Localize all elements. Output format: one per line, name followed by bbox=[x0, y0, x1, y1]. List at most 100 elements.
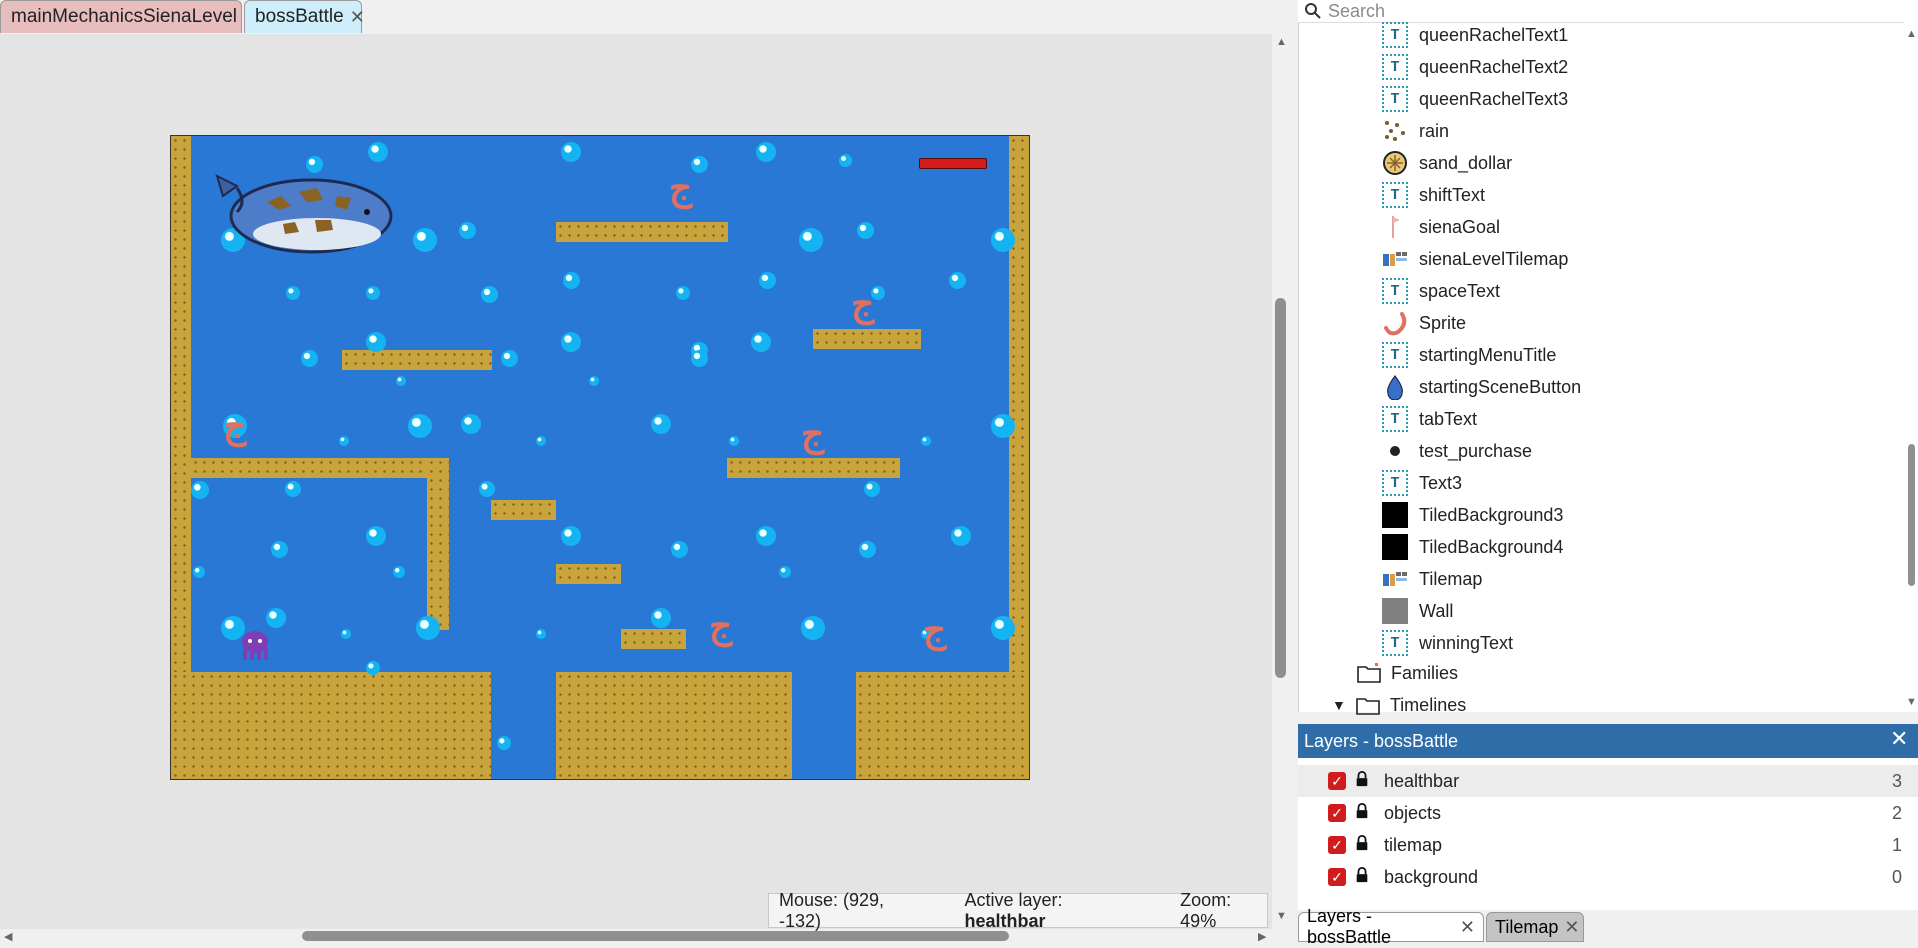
scroll-right-icon[interactable]: ▶ bbox=[1258, 930, 1266, 943]
object-label: spaceText bbox=[1419, 280, 1501, 301]
object-item[interactable]: TqueenRachelText3 bbox=[1382, 84, 1568, 114]
bubble bbox=[481, 286, 498, 303]
object-item[interactable]: Tilemap bbox=[1382, 564, 1482, 594]
layer-visibility-checkbox[interactable]: ✓ bbox=[1328, 804, 1346, 822]
object-item[interactable]: startingSceneButton bbox=[1382, 372, 1581, 402]
object-item[interactable]: test_purchase bbox=[1382, 436, 1532, 466]
object-item[interactable]: TshiftText bbox=[1382, 180, 1485, 210]
search-icon bbox=[1305, 3, 1321, 19]
close-icon[interactable]: ✕ bbox=[1564, 917, 1579, 938]
shrimp-sprite[interactable]: ج bbox=[923, 612, 946, 648]
object-item[interactable]: Wall bbox=[1382, 596, 1453, 626]
layer-row[interactable]: ✓ objects 2 bbox=[1298, 797, 1918, 829]
bubble bbox=[271, 541, 288, 558]
floor-block[interactable] bbox=[171, 672, 491, 779]
layout-canvas[interactable]: ج ج ج ج ج ج bbox=[170, 135, 1030, 780]
object-label: test_purchase bbox=[1419, 440, 1533, 461]
shrimp-sprite[interactable]: ج bbox=[223, 408, 246, 444]
folder-timelines[interactable]: ▼ Timelines bbox=[1332, 690, 1466, 720]
lock-icon[interactable] bbox=[1354, 867, 1370, 883]
lock-icon[interactable] bbox=[1354, 835, 1370, 851]
object-item[interactable]: rain bbox=[1382, 116, 1449, 146]
editor-vertical-scroll-thumb[interactable] bbox=[1275, 298, 1286, 678]
platform[interactable] bbox=[813, 329, 921, 349]
scroll-left-icon[interactable]: ◀ bbox=[4, 930, 12, 943]
tab-boss-battle[interactable]: bossBattle ✕ bbox=[244, 0, 365, 33]
tab-layers-bossbattle[interactable]: Layers - bossBattle ✕ bbox=[1298, 906, 1484, 947]
bubble bbox=[691, 156, 708, 173]
layer-visibility-checkbox[interactable]: ✓ bbox=[1328, 836, 1346, 854]
object-item[interactable]: TwinningText bbox=[1382, 628, 1513, 658]
lock-icon[interactable] bbox=[1354, 803, 1370, 819]
shrimp-sprite[interactable]: ج bbox=[851, 286, 874, 322]
tilemap-icon bbox=[1382, 246, 1408, 272]
shrimp-sprite[interactable]: ج bbox=[669, 170, 692, 206]
editor-horizontal-scroll-thumb[interactable] bbox=[302, 931, 1009, 941]
object-item[interactable]: Sprite bbox=[1382, 308, 1466, 338]
floor-block[interactable] bbox=[856, 672, 1029, 779]
bubble bbox=[536, 629, 546, 639]
close-icon[interactable]: ✕ bbox=[1460, 917, 1475, 938]
search-input[interactable]: Search bbox=[1328, 1, 1385, 22]
close-icon[interactable]: ✕ bbox=[1890, 726, 1908, 752]
platform[interactable] bbox=[556, 564, 621, 584]
bubble bbox=[561, 142, 581, 162]
bubble bbox=[561, 526, 581, 546]
tab-main-mechanics-siena-level[interactable]: mainMechanicsSienaLevel ✕ bbox=[0, 0, 258, 33]
layer-index: 1 bbox=[1891, 834, 1902, 855]
object-item[interactable]: TtabText bbox=[1382, 404, 1477, 434]
platform[interactable] bbox=[556, 222, 728, 242]
layer-row[interactable]: ✓ tilemap 1 bbox=[1298, 829, 1918, 861]
shrimp-sprite[interactable]: ج bbox=[709, 608, 732, 644]
object-label: TiledBackground3 bbox=[1419, 504, 1564, 525]
lock-icon[interactable] bbox=[1354, 771, 1370, 787]
floor-block[interactable] bbox=[556, 672, 792, 779]
platform[interactable] bbox=[621, 629, 686, 649]
whale-sprite[interactable] bbox=[207, 162, 395, 262]
object-list-scrollbar[interactable] bbox=[1904, 22, 1918, 712]
object-item[interactable]: TiledBackground4 bbox=[1382, 532, 1563, 562]
object-item[interactable]: TstartingMenuTitle bbox=[1382, 340, 1556, 370]
octopus-sprite[interactable] bbox=[235, 630, 275, 662]
health-bar[interactable] bbox=[919, 158, 987, 169]
bubble bbox=[396, 376, 406, 386]
scroll-down-icon[interactable]: ▼ bbox=[1906, 696, 1917, 708]
layer-visibility-checkbox[interactable]: ✓ bbox=[1328, 868, 1346, 886]
wall-segment[interactable] bbox=[427, 458, 449, 630]
platform[interactable] bbox=[191, 458, 449, 478]
object-item[interactable]: T Text3 bbox=[1382, 468, 1462, 498]
platform[interactable] bbox=[342, 350, 492, 370]
folder-families[interactable]: Families bbox=[1357, 658, 1458, 688]
object-item[interactable]: TspaceText bbox=[1382, 276, 1500, 306]
folder-icon bbox=[1356, 698, 1380, 715]
layer-row[interactable]: ✓ background 0 bbox=[1298, 861, 1918, 893]
bubble bbox=[301, 350, 318, 367]
scroll-down-icon[interactable]: ▼ bbox=[1276, 910, 1287, 922]
object-item[interactable]: sienaGoal bbox=[1382, 212, 1500, 242]
bubble bbox=[651, 414, 671, 434]
object-label: startingSceneButton bbox=[1419, 376, 1582, 397]
shrimp-sprite[interactable]: ج bbox=[801, 416, 824, 452]
object-item[interactable]: TiledBackground3 bbox=[1382, 500, 1563, 530]
close-icon[interactable]: ✕ bbox=[350, 7, 365, 28]
bubble bbox=[859, 541, 876, 558]
layer-row[interactable]: ✓ healthbar 3 bbox=[1298, 765, 1918, 797]
scroll-up-icon[interactable]: ▲ bbox=[1906, 28, 1917, 40]
object-item[interactable]: TqueenRachelText2 bbox=[1382, 52, 1568, 82]
layer-index: 0 bbox=[1891, 866, 1902, 887]
bubble bbox=[501, 350, 518, 367]
object-item[interactable]: sand_dollar bbox=[1382, 148, 1512, 178]
chevron-down-icon[interactable]: ▼ bbox=[1332, 697, 1346, 713]
layer-visibility-checkbox[interactable]: ✓ bbox=[1328, 772, 1346, 790]
platform[interactable] bbox=[727, 458, 900, 478]
zoom-level: Zoom: 49% bbox=[1180, 889, 1232, 931]
platform[interactable] bbox=[491, 500, 556, 520]
object-list-scroll-thumb[interactable] bbox=[1908, 444, 1915, 586]
object-item[interactable]: sienaLevelTilemap bbox=[1382, 244, 1568, 274]
text-icon: T bbox=[1382, 470, 1408, 496]
tab-tilemap[interactable]: Tilemap ✕ bbox=[1486, 912, 1584, 942]
gray-square-icon bbox=[1382, 598, 1408, 624]
object-item[interactable]: TqueenRachelText1 bbox=[1382, 20, 1568, 50]
scroll-up-icon[interactable]: ▲ bbox=[1276, 36, 1287, 48]
bubble bbox=[286, 286, 300, 300]
